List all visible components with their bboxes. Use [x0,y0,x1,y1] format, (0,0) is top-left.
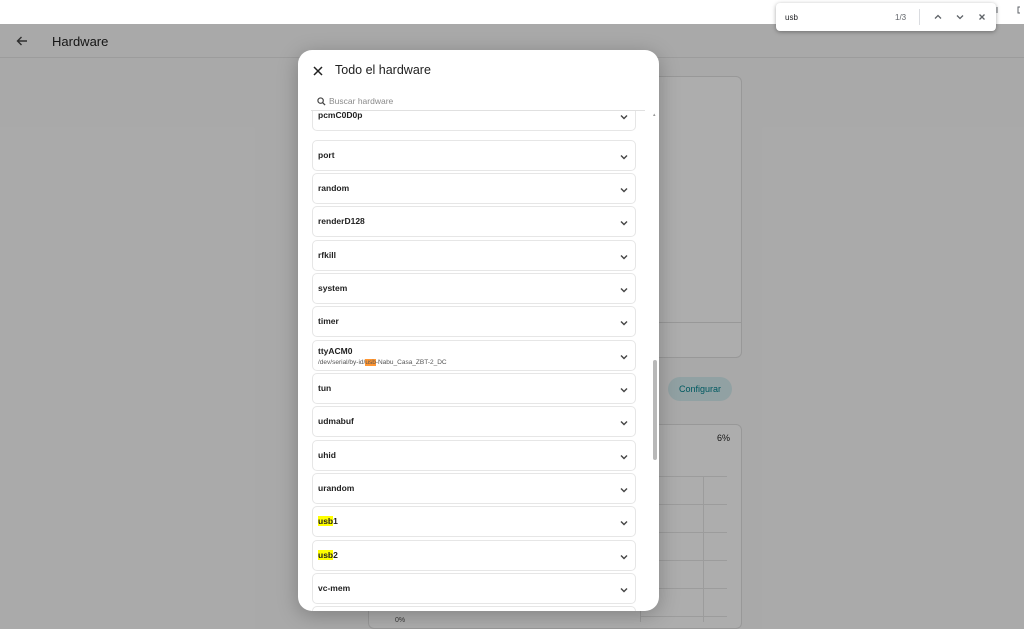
item-label: rfkill [318,250,336,260]
chevron-down-icon[interactable] [617,350,631,364]
item-label: udmabuf [318,416,354,426]
list-item[interactable]: vc-mem [312,573,636,604]
chevron-down-icon[interactable] [617,183,631,197]
item-label: ttyACM0 [318,346,353,356]
item-label: usb1 [318,516,338,526]
find-next-button[interactable] [950,7,970,27]
item-label: renderD128 [318,216,365,226]
list-item[interactable]: uhid [312,440,636,471]
item-label: urandom [318,483,355,493]
list-item[interactable]: system [312,273,636,304]
list-item[interactable]: tun [312,373,636,404]
list-item[interactable]: random [312,173,636,204]
find-bar: 1/3 [776,3,996,31]
find-match: usb [318,516,334,526]
list-item-ttyacm0[interactable]: ttyACM0 /dev/serial/by-id/usb-Nabu_Casa_… [312,340,636,371]
chevron-down-icon[interactable] [617,516,631,530]
find-match: usb [318,550,334,560]
item-label: tun [318,383,332,393]
dialog-scrollbar[interactable] [653,360,657,460]
chevron-up-icon [934,14,942,19]
hardware-list: pcmC0D0p port random renderD128 rfkill s… [312,106,638,611]
item-label: pcmC0D0p [318,110,363,120]
list-item[interactable]: urandom [312,473,636,504]
item-label: usb2 [318,550,338,560]
chevron-down-icon[interactable] [617,216,631,230]
find-previous-button[interactable] [928,7,948,27]
chevron-down-icon[interactable] [617,483,631,497]
find-match-active: usb [365,359,376,366]
list-item[interactable]: port [312,140,636,171]
chevron-down-icon[interactable] [617,583,631,597]
search-icon [313,96,329,106]
chevron-down-icon[interactable] [617,283,631,297]
find-match-count: 1/3 [895,12,907,22]
close-icon [313,66,323,76]
list-item[interactable]: rfkill [312,240,636,271]
list-item[interactable]: udmabuf [312,406,636,437]
browser-edge-icons [996,5,1024,17]
list-item-usb2[interactable]: usb2 [312,540,636,571]
hardware-search [311,92,645,111]
item-label: random [318,183,350,193]
item-label: uhid [318,450,336,460]
item-path: /dev/serial/by-id/usb-Nabu_Casa_ZBT-2_DC [318,359,447,366]
close-dialog-button[interactable] [309,62,327,80]
item-label: vc-mem [318,583,351,593]
chevron-down-icon[interactable] [617,416,631,430]
chevron-down-icon[interactable] [617,383,631,397]
item-label: system [318,283,348,293]
list-item[interactable]: renderD128 [312,206,636,237]
list-item[interactable]: timer [312,306,636,337]
chevron-down-icon[interactable] [617,110,631,124]
hardware-search-input[interactable] [329,96,629,106]
find-close-button[interactable] [972,7,992,27]
item-label: timer [318,316,339,326]
find-divider [919,9,920,25]
list-item-usb1[interactable]: usb1 [312,506,636,537]
item-label: port [318,150,335,160]
chevron-down-icon[interactable] [617,150,631,164]
chevron-down-icon[interactable] [617,316,631,330]
scroll-up-arrow[interactable]: ▴ [653,112,657,118]
list-item[interactable] [312,606,636,611]
window-icon [996,6,1024,14]
chevron-down-icon[interactable] [617,450,631,464]
chevron-down-icon [956,15,964,20]
dialog-title: Todo el hardware [335,63,431,77]
all-hardware-dialog: Todo el hardware pcmC0D0p port random re… [298,50,659,611]
close-icon [979,14,985,20]
chevron-down-icon[interactable] [617,250,631,264]
find-input[interactable] [785,12,885,22]
chevron-down-icon[interactable] [617,550,631,564]
